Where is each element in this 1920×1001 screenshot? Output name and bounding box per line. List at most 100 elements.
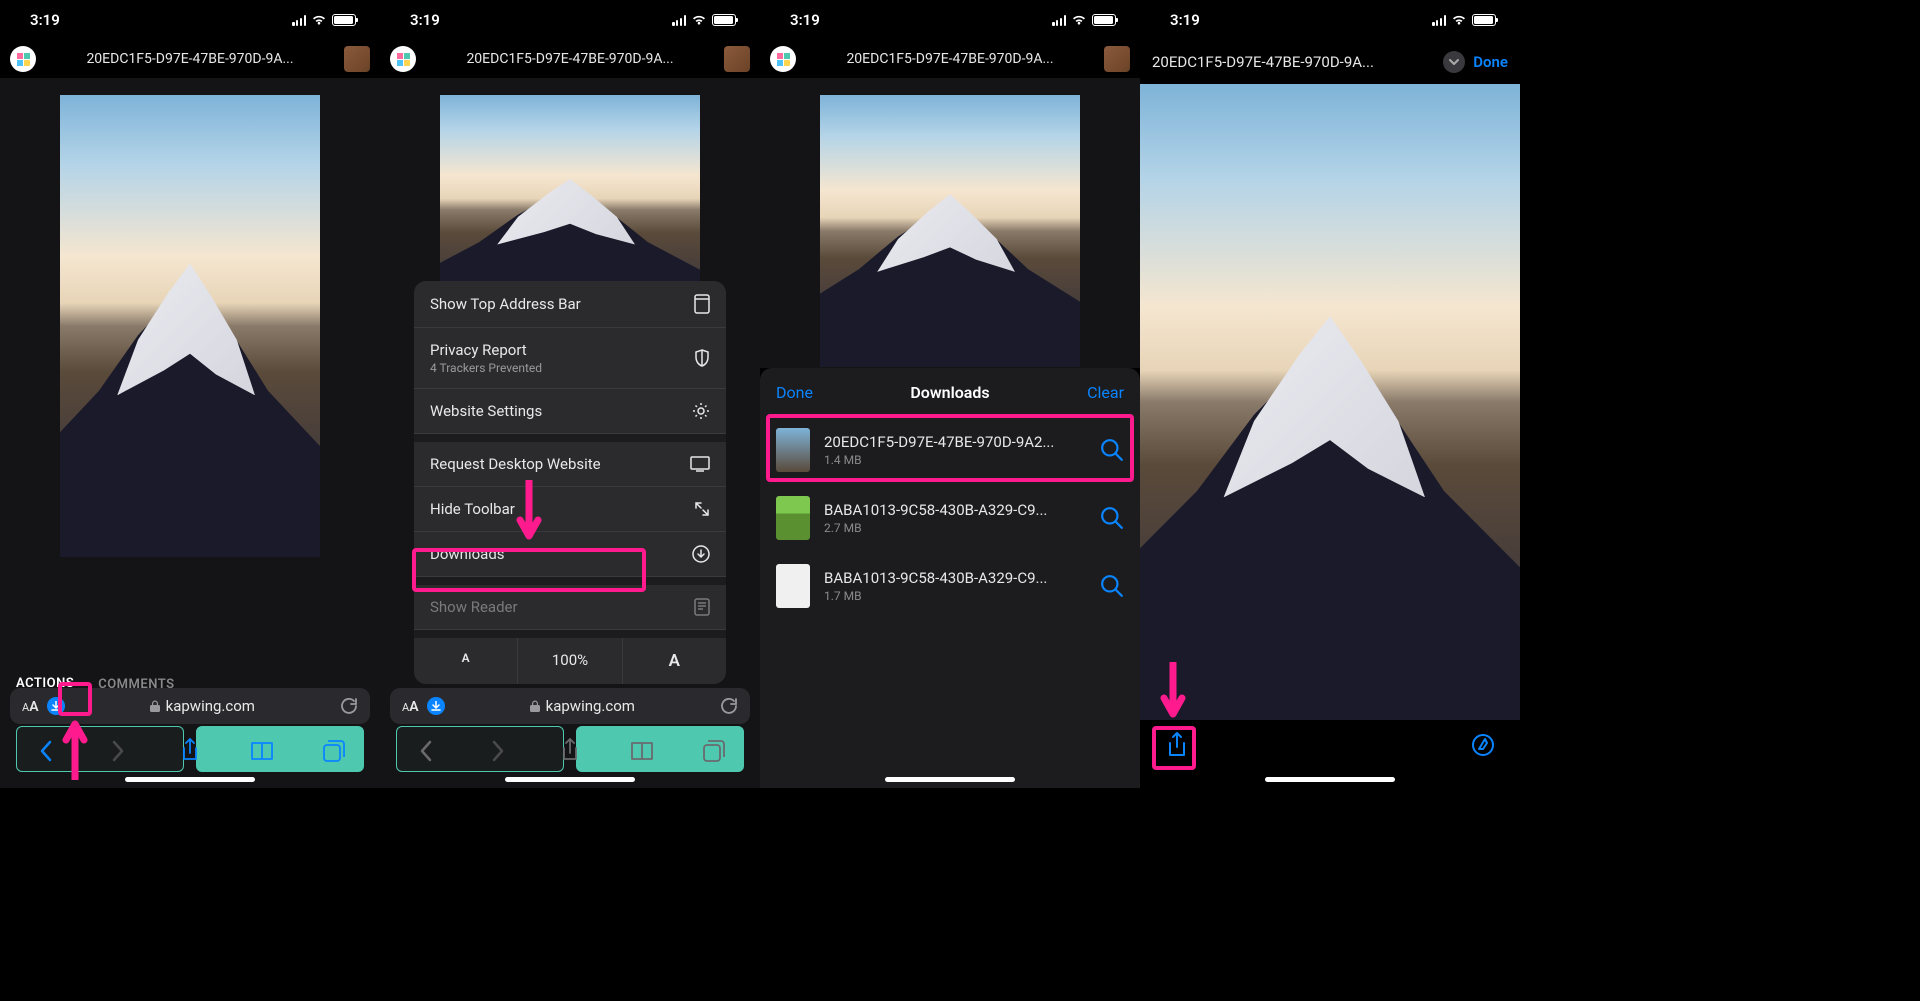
downloads-badge-icon[interactable] — [427, 697, 445, 715]
safari-toolbar — [380, 728, 760, 788]
user-avatar[interactable] — [724, 46, 750, 72]
cellular-signal-icon — [1432, 15, 1446, 26]
page-content: ACTIONS COMMENTS — [0, 78, 380, 788]
user-avatar[interactable] — [1104, 46, 1130, 72]
status-bar: 3:19 — [1140, 0, 1520, 40]
preview-done-button[interactable]: Done — [1473, 53, 1508, 71]
home-indicator[interactable] — [505, 777, 635, 782]
share-button[interactable] — [1160, 728, 1194, 762]
share-button[interactable] — [173, 734, 207, 768]
menu-label: Website Settings — [430, 402, 542, 420]
magnifier-icon[interactable] — [1100, 574, 1124, 598]
expand-icon — [694, 501, 710, 517]
phone-screenshot-1: 3:19 20EDC1F5-D97E-47BE-970D-9A... ACTIO… — [0, 0, 380, 788]
url-pill[interactable]: AA kapwing.com — [10, 688, 370, 724]
kapwing-logo[interactable] — [10, 46, 36, 72]
bookmarks-button[interactable] — [245, 734, 279, 768]
bookmarks-button[interactable] — [625, 734, 659, 768]
magnifier-icon[interactable] — [1100, 438, 1124, 462]
preview-image-full — [1140, 84, 1520, 720]
menu-hide-toolbar[interactable]: Hide Toolbar — [414, 487, 726, 532]
back-button[interactable] — [409, 734, 443, 768]
url-display: kapwing.com — [453, 697, 712, 715]
status-bar: 3:19 — [760, 0, 1140, 40]
text-size-increase[interactable]: A — [623, 638, 726, 684]
url-pill[interactable]: AA kapwing.com — [390, 688, 750, 724]
home-indicator[interactable] — [125, 777, 255, 782]
tabs-button[interactable] — [317, 734, 351, 768]
text-size-control[interactable]: AA — [402, 697, 419, 715]
reader-icon — [694, 598, 710, 616]
battery-icon — [1092, 14, 1116, 26]
status-time: 3:19 — [1170, 11, 1200, 29]
markup-button[interactable] — [1466, 728, 1500, 762]
wifi-icon — [1071, 14, 1087, 26]
share-button[interactable] — [553, 734, 587, 768]
shield-icon — [694, 349, 710, 367]
phone-screenshot-2: 3:19 20EDC1F5-D97E-47BE-970D-9A... Show … — [380, 0, 760, 788]
status-indicators — [292, 14, 356, 26]
text-size-control[interactable]: AA — [22, 697, 39, 715]
menu-show-top-address-bar[interactable]: Show Top Address Bar — [414, 281, 726, 328]
page-title: 20EDC1F5-D97E-47BE-970D-9A... — [44, 51, 336, 67]
page-title: 20EDC1F5-D97E-47BE-970D-9A... — [804, 51, 1096, 67]
status-indicators — [672, 14, 736, 26]
back-button[interactable] — [29, 734, 63, 768]
gear-icon — [692, 402, 710, 420]
status-indicators — [1052, 14, 1116, 26]
download-filename: 20EDC1F5-D97E-47BE-970D-9A2... — [824, 433, 1086, 451]
status-time: 3:19 — [410, 11, 440, 29]
kapwing-logo[interactable] — [770, 46, 796, 72]
preview-image — [820, 95, 1080, 367]
preview-image — [60, 95, 320, 557]
menu-show-reader: Show Reader — [414, 577, 726, 630]
battery-icon — [712, 14, 736, 26]
download-item[interactable]: 20EDC1F5-D97E-47BE-970D-9A2... 1.4 MB — [760, 416, 1140, 484]
download-item[interactable]: BABA1013-9C58-430B-A329-C9... 1.7 MB — [760, 552, 1140, 620]
page-header: 20EDC1F5-D97E-47BE-970D-9A... — [0, 40, 380, 78]
menu-label: Privacy Report — [430, 341, 542, 359]
reload-icon[interactable] — [720, 697, 738, 715]
status-bar: 3:19 — [0, 0, 380, 40]
kapwing-logo[interactable] — [390, 46, 416, 72]
download-item[interactable]: BABA1013-9C58-430B-A329-C9... 2.7 MB — [760, 484, 1140, 552]
title-chevron-button[interactable] — [1443, 51, 1465, 73]
phone-screenshot-4: 3:19 20EDC1F5-D97E-47BE-970D-9A... Done — [1140, 0, 1520, 788]
preview-viewport[interactable] — [1140, 84, 1520, 720]
magnifier-icon[interactable] — [1100, 506, 1124, 530]
downloads-clear-button[interactable]: Clear — [1087, 383, 1124, 402]
menu-privacy-report[interactable]: Privacy Report 4 Trackers Prevented — [414, 328, 726, 389]
downloads-list: 20EDC1F5-D97E-47BE-970D-9A2... 1.4 MB BA… — [760, 416, 1140, 620]
phone-screenshot-3: 3:19 20EDC1F5-D97E-47BE-970D-9A... Done … — [760, 0, 1140, 788]
menu-request-desktop[interactable]: Request Desktop Website — [414, 434, 726, 487]
forward-button — [481, 734, 515, 768]
download-filename: BABA1013-9C58-430B-A329-C9... — [824, 501, 1086, 519]
url-display: kapwing.com — [73, 697, 332, 715]
text-size-decrease[interactable]: A — [414, 638, 518, 684]
downloads-sheet: Done Downloads Clear 20EDC1F5-D97E-47BE-… — [760, 368, 1140, 788]
page-title: 20EDC1F5-D97E-47BE-970D-9A... — [424, 51, 716, 67]
download-filesize: 1.4 MB — [824, 453, 1086, 467]
tabs-button[interactable] — [697, 734, 731, 768]
downloads-done-button[interactable]: Done — [776, 383, 813, 402]
home-indicator[interactable] — [885, 777, 1015, 782]
home-indicator[interactable] — [1265, 777, 1395, 782]
lock-icon — [530, 700, 540, 713]
battery-icon — [332, 14, 356, 26]
reload-icon[interactable] — [340, 697, 358, 715]
download-thumbnail — [776, 496, 810, 540]
page-header: 20EDC1F5-D97E-47BE-970D-9A... — [380, 40, 760, 78]
user-avatar[interactable] — [344, 46, 370, 72]
status-indicators — [1432, 14, 1496, 26]
cellular-signal-icon — [292, 15, 306, 26]
safari-toolbar — [0, 728, 380, 788]
forward-button — [101, 734, 135, 768]
lock-icon — [150, 700, 160, 713]
downloads-badge-icon[interactable] — [47, 697, 65, 715]
page-settings-menu: Show Top Address Bar Privacy Report 4 Tr… — [414, 281, 726, 684]
cellular-signal-icon — [672, 15, 686, 26]
downloads-title: Downloads — [760, 383, 1140, 402]
menu-downloads[interactable]: Downloads — [414, 532, 726, 577]
menu-label: Show Reader — [430, 598, 518, 616]
menu-website-settings[interactable]: Website Settings — [414, 389, 726, 434]
